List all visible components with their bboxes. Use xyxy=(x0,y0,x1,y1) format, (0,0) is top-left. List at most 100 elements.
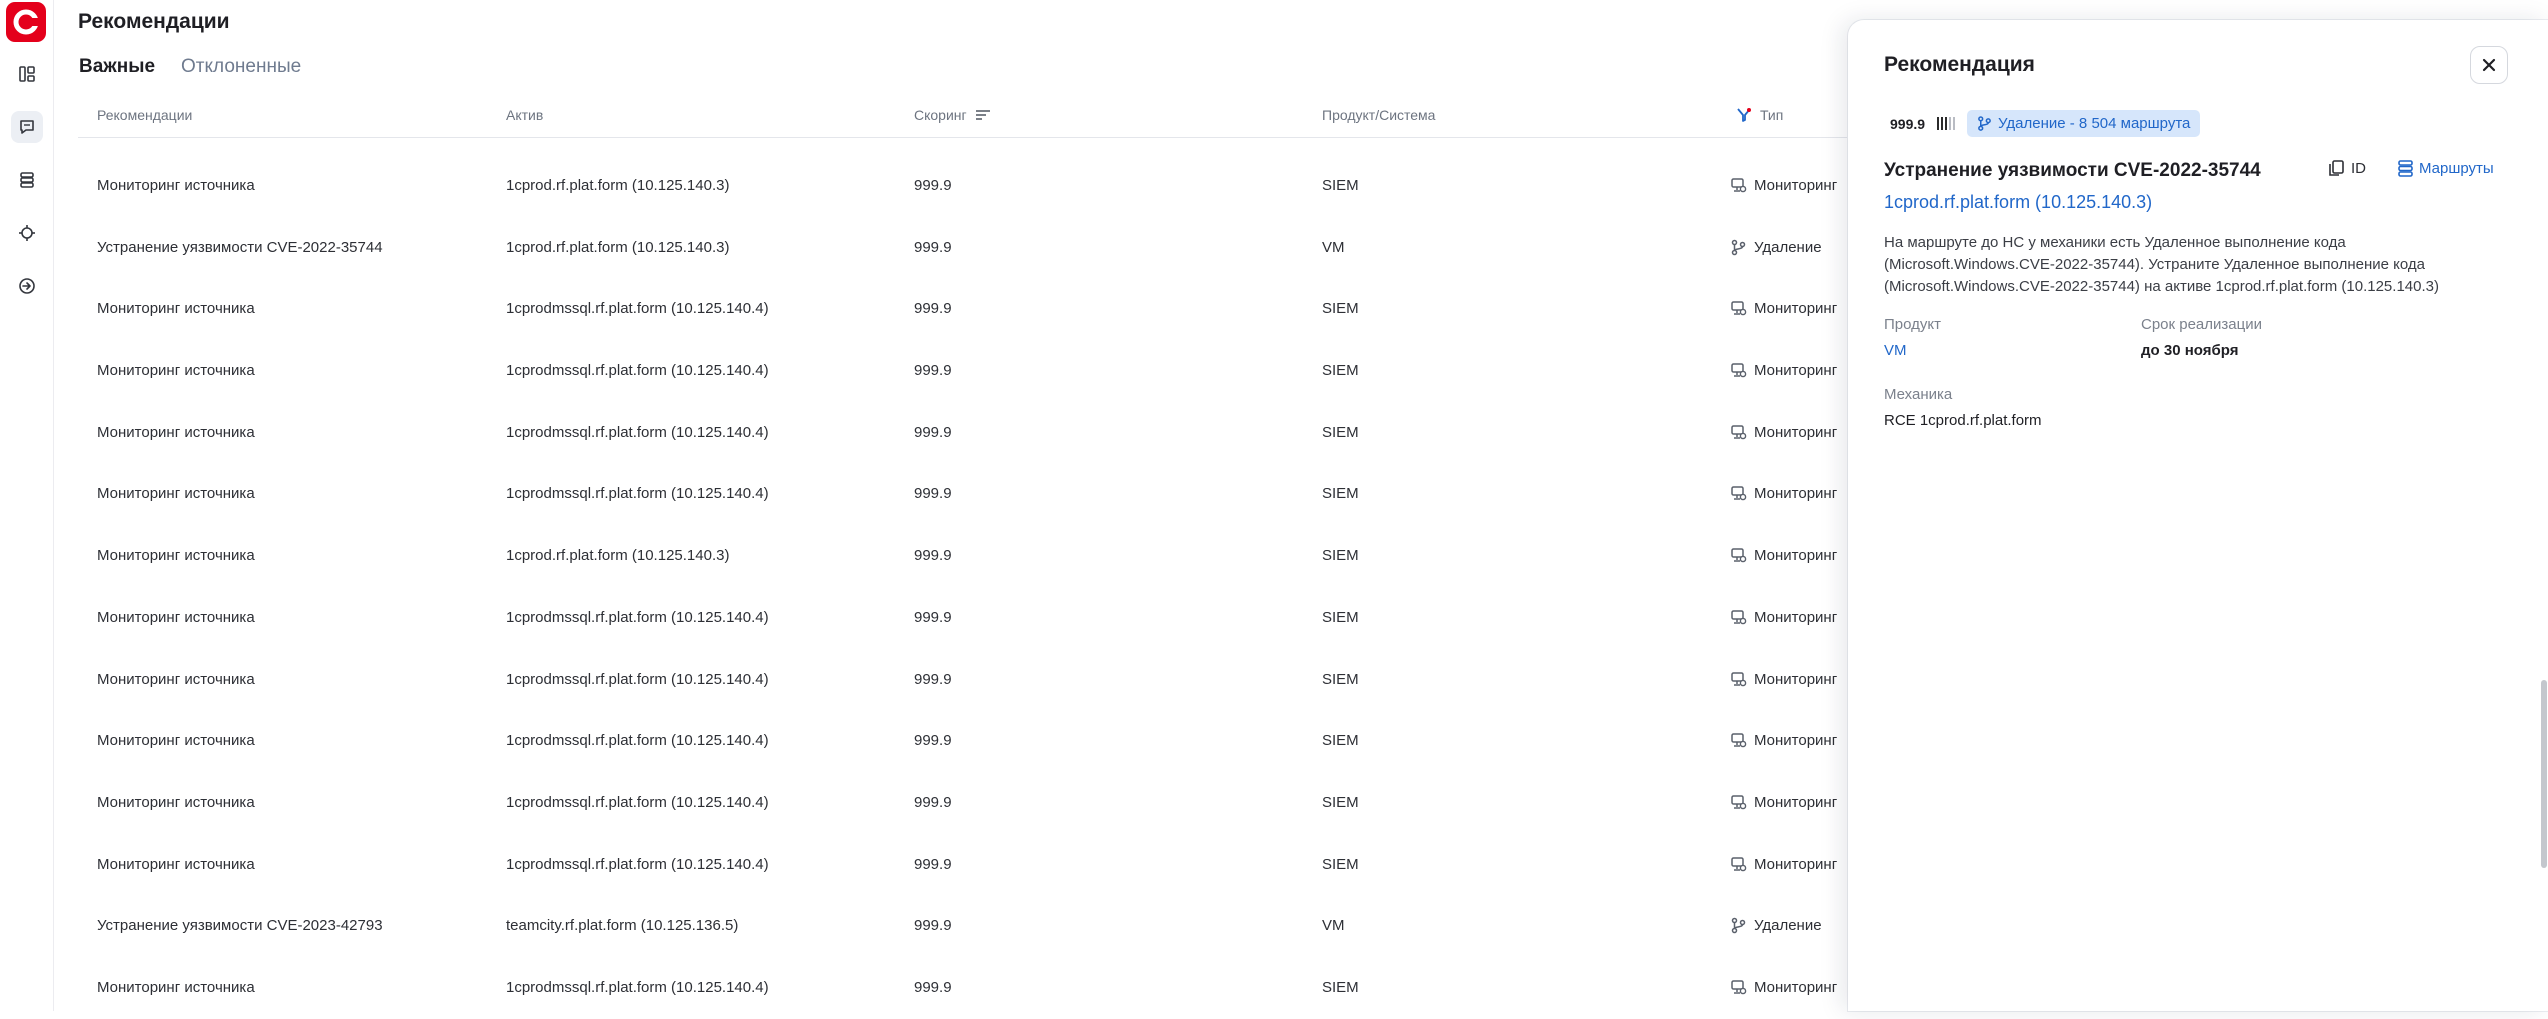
column-header-label: Рекомендации xyxy=(97,107,193,123)
type-cell: Мониторинг xyxy=(1730,609,1837,626)
nav-target[interactable] xyxy=(11,217,43,249)
product-cell: SIEM xyxy=(1322,732,1359,750)
product-cell: SIEM xyxy=(1322,978,1359,996)
table-row[interactable]: Мониторинг источника 1cprodmssql.rf.plat.… xyxy=(78,340,1938,402)
table-row[interactable]: Мониторинг источника 1cprodmssql.rf.plat.… xyxy=(78,463,1938,525)
table-row[interactable]: Мониторинг источника 1cprodmssql.rf.plat.… xyxy=(78,587,1938,649)
asset-cell: 1cprodmssql.rf.plat.form (10.125.140.4) xyxy=(506,855,769,873)
recommendation-cell: Устранение уязвимости CVE-2022-35744 xyxy=(97,238,383,256)
column-header-score[interactable]: Скоринг xyxy=(914,107,991,123)
table-row[interactable]: Мониторинг источника 1cprod.rf.plat.form … xyxy=(78,525,1938,587)
column-header-product[interactable]: Продукт/Система xyxy=(1322,107,1435,123)
recommendations-table: Мониторинг источника 1cprod.rf.plat.form … xyxy=(78,155,1938,1019)
branch-icon xyxy=(1731,239,1746,255)
monitor-icon xyxy=(1731,178,1747,193)
table-row[interactable]: Устранение уязвимости CVE-2023-42793 team… xyxy=(78,895,1938,957)
score-cell: 999.9 xyxy=(914,608,952,626)
type-cell: Мониторинг xyxy=(1730,485,1837,502)
table-row[interactable]: Мониторинг источника 1cprodmssql.rf.plat.… xyxy=(78,772,1938,834)
score-value: 999.9 xyxy=(1890,115,1926,132)
product-link[interactable]: VM xyxy=(1884,342,1907,359)
table-row[interactable]: Мониторинг источника 1cprodmssql.rf.plat.… xyxy=(78,278,1938,340)
description-line: (Microsoft.Windows.CVE-2022-35744). Устр… xyxy=(1884,256,2425,273)
table-row[interactable]: Мониторинг источника 1cprodmssql.rf.plat.… xyxy=(78,402,1938,464)
type-badge-label: Удаление - 8 504 маршрута xyxy=(1998,115,2191,132)
sort-icon[interactable] xyxy=(975,108,991,122)
type-badge[interactable]: Удаление - 8 504 маршрута xyxy=(1967,110,2201,137)
copy-id-label: ID xyxy=(2351,160,2366,177)
asset-cell: 1cprodmssql.rf.plat.form (10.125.140.4) xyxy=(506,485,769,503)
product-cell: SIEM xyxy=(1322,670,1359,688)
score-cell: 999.9 xyxy=(914,547,952,565)
copy-id-button[interactable]: ID xyxy=(2328,160,2366,177)
table-row[interactable]: Мониторинг источника 1cprodmssql.rf.plat.… xyxy=(78,649,1938,711)
column-header-type[interactable]: Тип xyxy=(1736,107,1783,123)
recommendation-detail-panel: Рекомендация 999.9 Удаление - 8 504 марш… xyxy=(1848,20,2548,1011)
filter-icon[interactable] xyxy=(1736,107,1752,123)
table-row[interactable]: Мониторинг источника 1cprod.rf.plat.form … xyxy=(78,155,1938,217)
asset-link[interactable]: 1cprod.rf.plat.form (10.125.140.3) xyxy=(1884,192,2152,213)
nav-login[interactable] xyxy=(11,270,43,302)
panel-scrollbar[interactable] xyxy=(2541,680,2547,868)
branch-icon xyxy=(1731,918,1746,934)
product-cell: VM xyxy=(1322,238,1345,256)
recommendation-cell: Мониторинг источника xyxy=(97,300,255,318)
type-label: Мониторинг xyxy=(1754,547,1838,565)
table-row[interactable]: Мониторинг источника 1cprodmssql.rf.plat.… xyxy=(78,834,1938,896)
product-cell: SIEM xyxy=(1322,485,1359,503)
table-header: Рекомендации Актив Скоринг Продукт/Систе… xyxy=(78,98,1938,138)
routes-button[interactable]: Маршруты xyxy=(2398,160,2494,177)
tab-important[interactable]: Важные xyxy=(79,56,155,78)
monitor-icon xyxy=(1731,733,1747,748)
recommendation-cell: Мониторинг источника xyxy=(97,978,255,996)
score-line: 999.9 Удаление - 8 504 маршрута xyxy=(1890,110,2201,137)
storage-icon xyxy=(20,172,34,188)
branch-icon xyxy=(1978,116,1991,131)
column-header-asset[interactable]: Актив xyxy=(506,107,543,123)
score-bar xyxy=(1937,117,1940,130)
score-cell: 999.9 xyxy=(914,793,952,811)
type-cell: Мониторинг xyxy=(1730,424,1837,441)
column-header-label: Продукт/Система xyxy=(1322,107,1436,123)
recommendation-cell: Устранение уязвимости CVE-2023-42793 xyxy=(97,917,383,935)
asset-cell: 1cprodmssql.rf.plat.form (10.125.140.4) xyxy=(506,793,769,811)
recommendation-cell: Мониторинг источника xyxy=(97,793,255,811)
table-row[interactable]: Мониторинг источника 1cprodmssql.rf.plat.… xyxy=(78,957,1938,1019)
description-line: (Microsoft.Windows.CVE-2022-35744) на ак… xyxy=(1884,278,2439,295)
type-cell: Удаление xyxy=(1730,917,1822,934)
type-label: Мониторинг xyxy=(1754,732,1838,750)
nav-dashboard[interactable] xyxy=(11,58,43,90)
nav-storage[interactable] xyxy=(11,164,43,196)
asset-cell: 1cprod.rf.plat.form (10.125.140.3) xyxy=(506,238,730,256)
nav-recommendations[interactable] xyxy=(11,111,43,143)
product-cell: SIEM xyxy=(1322,608,1359,626)
table-row[interactable]: Мониторинг источника 1cprodmssql.rf.plat.… xyxy=(78,710,1938,772)
product-cell: SIEM xyxy=(1322,855,1359,873)
score-cell: 999.9 xyxy=(914,423,952,441)
product-cell: SIEM xyxy=(1322,793,1359,811)
score-cell: 999.9 xyxy=(914,485,952,503)
monitor-icon xyxy=(1731,486,1747,501)
page-title: Рекомендации xyxy=(78,10,230,33)
recommendation-cell: Мониторинг источника xyxy=(97,485,255,503)
score-cell: 999.9 xyxy=(914,177,952,194)
column-header-recommendation[interactable]: Рекомендации xyxy=(97,107,192,123)
column-header-label: Тип xyxy=(1760,107,1784,123)
recommendation-cell: Мониторинг источника xyxy=(97,670,255,688)
type-label: Мониторинг xyxy=(1754,978,1838,996)
type-label: Мониторинг xyxy=(1754,485,1838,503)
type-label: Мониторинг xyxy=(1754,362,1838,380)
brand-logo[interactable] xyxy=(6,2,46,42)
product-cell: SIEM xyxy=(1322,547,1359,565)
tab-rejected[interactable]: Отклоненные xyxy=(181,56,301,78)
mechanics-label: Механика xyxy=(1884,386,1953,403)
monitor-icon xyxy=(1731,856,1747,871)
score-cell: 999.9 xyxy=(914,362,952,380)
table-row[interactable]: Устранение уязвимости CVE-2022-35744 1cpr… xyxy=(78,217,1938,279)
type-label: Мониторинг xyxy=(1754,855,1838,873)
close-button[interactable] xyxy=(2470,46,2508,84)
score-cell: 999.9 xyxy=(914,670,952,688)
product-cell: SIEM xyxy=(1322,177,1359,194)
monitor-icon xyxy=(1731,980,1747,995)
deadline-label: Срок реализации xyxy=(2141,316,2262,333)
